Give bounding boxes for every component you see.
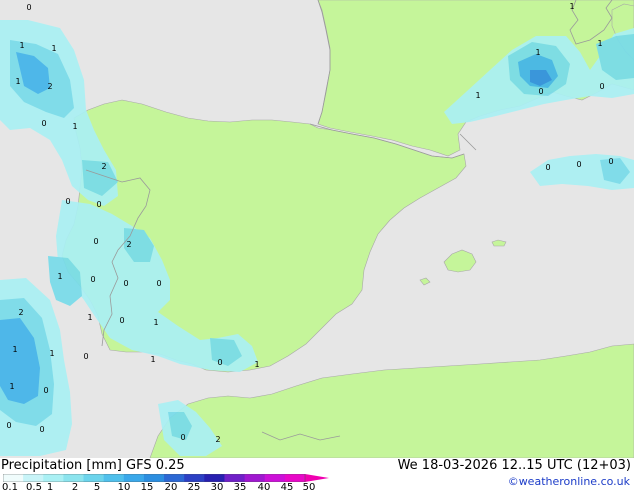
color-scale-swatch	[224, 474, 246, 482]
color-scale-swatch	[204, 474, 225, 482]
precip-value-label: 0	[538, 87, 543, 96]
precip-value-label: 1	[475, 91, 480, 100]
precip-value-label: 2	[215, 435, 220, 444]
color-scale-tick-label: 40	[257, 482, 271, 493]
precip-value-label: 0	[41, 119, 46, 128]
color-scale-tick-label: 1	[46, 482, 54, 493]
precip-value-label: 2	[47, 82, 52, 91]
credit-link[interactable]: ©weatheronline.co.uk	[508, 475, 630, 488]
precip-value-label: 0	[123, 279, 128, 288]
color-scale-tick-label: 50	[302, 482, 316, 493]
precip-value-label: 1	[150, 355, 155, 364]
color-scale-tick-label: 25	[187, 482, 201, 493]
precip-value-label: 1	[254, 360, 259, 369]
color-scale-tick-label: 0.5	[26, 482, 42, 493]
color-scale-swatch	[63, 474, 85, 482]
color-scale-arrow	[305, 474, 329, 482]
color-scale-tick-label: 45	[280, 482, 294, 493]
precip-value-label: 0	[217, 358, 222, 367]
precip-value-label: 1	[597, 39, 602, 48]
precip-value-label: 0	[26, 3, 31, 12]
color-scale-swatch	[143, 474, 165, 482]
color-scale-swatch	[123, 474, 145, 482]
precip-value-label: 1	[153, 318, 158, 327]
precip-value-label: 1	[569, 2, 574, 11]
precip-value-label: 1	[9, 382, 14, 391]
color-scale-swatch	[43, 474, 64, 482]
color-scale-swatch	[184, 474, 205, 482]
precip-value-label: 0	[96, 200, 101, 209]
color-scale-tick-label: 35	[233, 482, 247, 493]
precip-value-label: 0	[180, 433, 185, 442]
precip-value-label: 0	[93, 237, 98, 246]
color-scale-swatch	[83, 474, 105, 482]
color-scale-swatch	[103, 474, 125, 482]
color-scale-tick-label: 5	[93, 482, 101, 493]
precip-value-label: 1	[87, 313, 92, 322]
color-scale-tick-label: 0.1	[2, 482, 18, 493]
precip-value-label: 1	[49, 349, 54, 358]
precip-value-label: 2	[101, 162, 106, 171]
precip-value-label: 0	[599, 82, 604, 91]
precip-value-label: 0	[6, 421, 11, 430]
color-scale-bar	[3, 474, 329, 482]
precip-value-label: 1	[15, 77, 20, 86]
color-scale-tick-label: 30	[210, 482, 224, 493]
color-scale-swatch	[3, 474, 24, 482]
precip-value-label: 0	[576, 160, 581, 169]
color-scale-swatch	[264, 474, 286, 482]
valid-time: We 18-03-2026 12..15 UTC (12+03)	[397, 458, 631, 473]
color-scale-tick-label: 20	[164, 482, 178, 493]
color-scale-swatch	[284, 474, 306, 482]
precip-value-label: 0	[65, 197, 70, 206]
map-title: Precipitation [mm] GFS 0.25	[1, 458, 185, 473]
color-scale-tick-label: 15	[140, 482, 154, 493]
precip-value-label: 0	[83, 352, 88, 361]
precipitation-map: 0 1 1 1 2 0 1 2 0 0 0 2 1 0 0 0 2 1 0 1 1 1 0 1 0 1 1 0 0 0 0 2 1 1 0 1 1 0 0 0…	[0, 0, 634, 458]
footer: Precipitation [mm] GFS 0.25 We 18-03-202…	[0, 458, 634, 493]
color-scale-tick-label: 2	[71, 482, 79, 493]
color-scale-swatch	[164, 474, 185, 482]
precip-value-label: 1	[535, 48, 540, 57]
precip-value-label: 0	[119, 316, 124, 325]
color-scale-tick-label: 10	[117, 482, 131, 493]
precip-value-label: 0	[39, 425, 44, 434]
precip-value-label: 0	[90, 275, 95, 284]
precip-value-label: 1	[12, 345, 17, 354]
precip-value-label: 0	[156, 279, 161, 288]
precip-value-label: 0	[43, 386, 48, 395]
color-scale-swatch	[244, 474, 266, 482]
precip-value-label: 1	[57, 272, 62, 281]
precip-value-label: 0	[545, 163, 550, 172]
precip-value-label: 0	[608, 157, 613, 166]
precip-value-label: 1	[72, 122, 77, 131]
color-scale-swatch	[23, 474, 44, 482]
precip-value-label: 1	[19, 41, 24, 50]
precip-value-label: 1	[51, 44, 56, 53]
precip-value-label: 2	[126, 240, 131, 249]
precip-value-label: 2	[18, 308, 23, 317]
